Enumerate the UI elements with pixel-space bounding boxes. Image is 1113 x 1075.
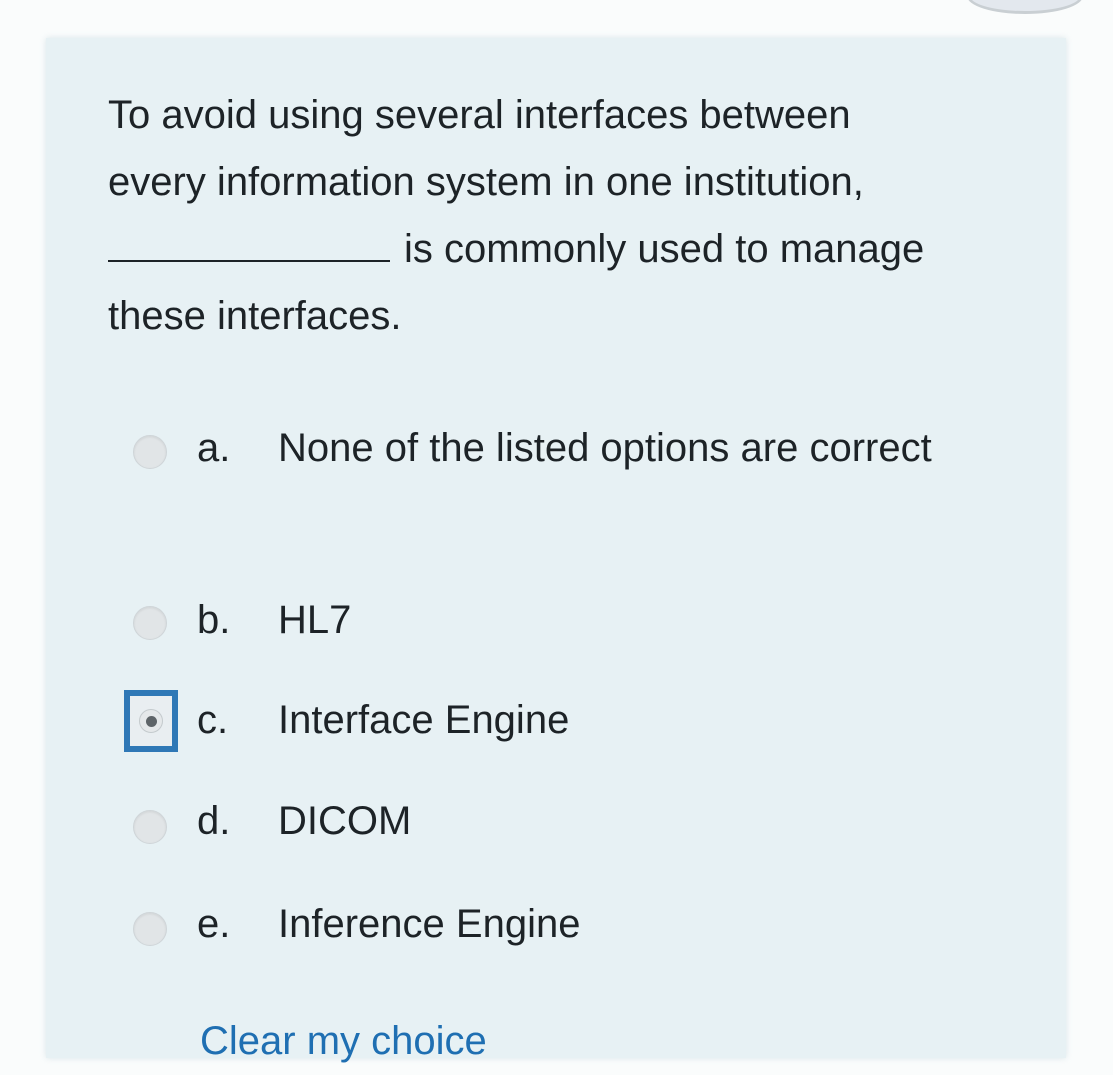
question-line-3: is commonly used to manage (108, 216, 1008, 283)
radio-button-a[interactable] (133, 435, 167, 469)
radio-button-b[interactable] (133, 606, 167, 640)
option-e[interactable]: e. Inference Engine (122, 888, 1022, 955)
radio-inner (139, 709, 163, 733)
option-d[interactable]: d. DICOM (122, 784, 1022, 851)
radio-button-e[interactable] (133, 912, 167, 946)
radio-button-c-selected[interactable] (124, 690, 178, 752)
option-c-letter: c. (197, 698, 229, 742)
question-line-4: these interfaces. (108, 294, 402, 338)
option-b[interactable]: b. HL7 (122, 583, 1022, 650)
question-text: To avoid using several interfaces betwee… (108, 82, 1008, 350)
clear-choice-link[interactable]: Clear my choice (200, 1008, 487, 1075)
option-d-letter: d. (197, 799, 231, 843)
option-e-letter: e. (197, 902, 231, 946)
question-line-1: To avoid using several interfaces betwee… (108, 93, 851, 137)
option-b-label[interactable]: HL7 (278, 587, 938, 654)
option-c[interactable]: c. Interface Engine (122, 684, 1022, 754)
option-a-label[interactable]: None of the listed options are correct (278, 415, 938, 482)
option-a[interactable]: a. None of the listed options are correc… (122, 411, 1022, 545)
option-c-label[interactable]: Interface Engine (278, 687, 938, 754)
top-right-decoration (967, 0, 1083, 14)
option-a-letter: a. (197, 426, 231, 470)
option-e-label[interactable]: Inference Engine (278, 891, 938, 958)
question-line-3-text: is commonly used to manage (404, 227, 925, 271)
radio-button-d[interactable] (133, 810, 167, 844)
option-d-label[interactable]: DICOM (278, 788, 938, 855)
answer-blank (108, 220, 390, 262)
question-line-2: every information system in one institut… (108, 160, 864, 204)
question-card: To avoid using several interfaces betwee… (46, 38, 1066, 1063)
radio-selected-dot (146, 716, 157, 727)
option-b-letter: b. (197, 598, 231, 642)
